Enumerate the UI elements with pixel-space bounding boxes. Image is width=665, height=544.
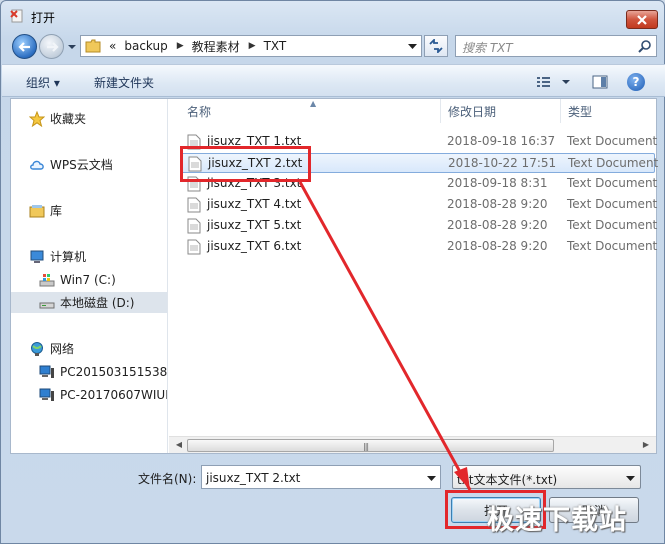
watermark: 极速下载站	[487, 505, 627, 536]
annotation-arrow	[298, 181, 472, 491]
